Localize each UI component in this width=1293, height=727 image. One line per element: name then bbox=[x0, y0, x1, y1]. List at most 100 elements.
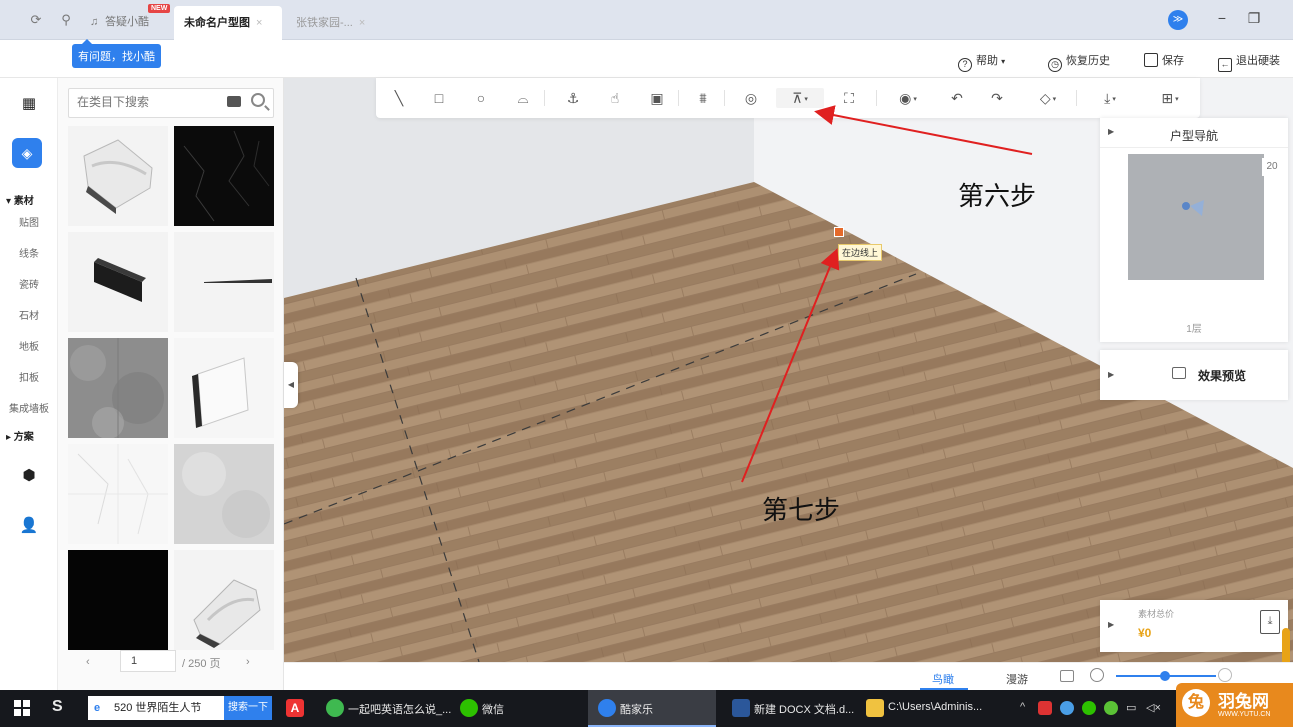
tray-wechat-icon[interactable] bbox=[1082, 701, 1096, 715]
navigator-minimap[interactable] bbox=[1128, 154, 1264, 280]
search-input[interactable] bbox=[77, 95, 207, 109]
arc-tool-icon[interactable]: ⌓ bbox=[512, 88, 534, 108]
tab-bird-view[interactable]: 鸟瞰 bbox=[932, 671, 954, 687]
download-list-icon[interactable]: ⤓ bbox=[1260, 610, 1280, 634]
help-tag-button[interactable]: 有问题，找小酷 bbox=[72, 39, 161, 68]
material-tile-crown-molding-2[interactable] bbox=[174, 550, 274, 650]
taskbar-app-kujiale[interactable]: 酷家乐 bbox=[620, 701, 653, 717]
close-icon[interactable]: × bbox=[359, 17, 365, 29]
download-tool-icon[interactable]: ⤓ ▾ bbox=[1092, 88, 1128, 108]
tab-other[interactable]: 张铁家园-... × bbox=[286, 6, 386, 40]
taskbar-app-wechat[interactable]: 微信 bbox=[482, 701, 504, 717]
material-tile-black-marble[interactable] bbox=[174, 126, 274, 226]
cube-icon[interactable]: ◈ bbox=[12, 138, 42, 168]
material-tile-pure-black[interactable] bbox=[68, 550, 168, 650]
material-tile-baseboard[interactable] bbox=[174, 338, 274, 438]
save-button[interactable]: 保存 bbox=[1144, 52, 1184, 68]
tray-shield-icon[interactable] bbox=[1060, 701, 1074, 715]
material-tile-light-grey-stone[interactable] bbox=[174, 444, 274, 544]
page-total: / 250 页 bbox=[182, 658, 221, 670]
tab-floorplan[interactable]: 未命名户型图 × bbox=[174, 6, 282, 40]
qa-assistant[interactable]: ♫ 答疑小酷 bbox=[90, 13, 149, 29]
taskbar-app-word[interactable]: 新建 DOCX 文档.d... bbox=[754, 701, 854, 717]
windows-start-icon[interactable] bbox=[14, 700, 32, 718]
acrobat-icon[interactable]: A bbox=[286, 699, 304, 717]
line-tool-icon[interactable]: ╲ bbox=[388, 88, 410, 108]
effect-preview-panel[interactable]: ▶ 效果预览 bbox=[1100, 350, 1288, 400]
tab-walk-view[interactable]: 漫游 bbox=[1006, 671, 1028, 687]
rail-item-ceiling[interactable]: 扣板 bbox=[0, 369, 58, 384]
align-bottom-tool-icon[interactable]: ⩩ bbox=[692, 88, 714, 108]
page-input[interactable]: 1 bbox=[120, 650, 176, 672]
camera-icon[interactable] bbox=[227, 96, 241, 107]
material-tile-grey-stone[interactable] bbox=[68, 338, 168, 438]
snapshot-tool-icon[interactable]: ◎ bbox=[740, 88, 762, 108]
taskbar-search-button[interactable]: 搜索一下 bbox=[224, 696, 272, 720]
clock-icon: ◷ bbox=[1048, 58, 1062, 72]
material-tile-black-panel[interactable] bbox=[68, 232, 168, 332]
collapse-arrow-icon[interactable]: ▶ bbox=[1108, 620, 1114, 629]
chevron-badge-icon[interactable]: ≫ bbox=[1168, 10, 1188, 30]
search-icon[interactable] bbox=[251, 93, 265, 107]
tray-volume-icon[interactable]: ◁× bbox=[1146, 701, 1161, 714]
wechat-icon[interactable] bbox=[460, 699, 478, 717]
material-brush-tool-icon[interactable]: ⛶ bbox=[838, 88, 860, 108]
frame-tool-icon[interactable]: ▣ bbox=[646, 88, 668, 108]
question-icon: ? bbox=[958, 58, 972, 72]
hand-tool-icon[interactable]: ☝ bbox=[604, 88, 626, 108]
refresh-icon[interactable]: ⟳ bbox=[28, 12, 44, 28]
app-logo-icon[interactable]: S bbox=[52, 698, 63, 716]
user-icon[interactable]: 👤 bbox=[17, 514, 41, 538]
rail-item-tile[interactable]: 瓷砖 bbox=[0, 276, 58, 291]
rail-item-line[interactable]: 线条 bbox=[0, 245, 58, 260]
word-icon[interactable] bbox=[732, 699, 750, 717]
tray-battery-icon[interactable]: ▭ bbox=[1126, 701, 1136, 714]
rail-item-texture[interactable]: 贴图 bbox=[0, 214, 58, 229]
tray-app-icon[interactable] bbox=[1038, 701, 1052, 715]
eraser-tool-icon[interactable]: ◇ ▾ bbox=[1030, 88, 1066, 108]
rail-item-stone[interactable]: 石材 bbox=[0, 307, 58, 322]
exit-button[interactable]: ← 退出硬装 bbox=[1218, 52, 1280, 72]
hexagon-icon[interactable]: ⬢ bbox=[17, 464, 41, 488]
folder-icon[interactable] bbox=[866, 699, 884, 717]
zoom-out-icon[interactable] bbox=[1090, 668, 1104, 682]
zoom-in-icon[interactable] bbox=[1218, 668, 1232, 682]
tray-network-icon[interactable] bbox=[1104, 701, 1118, 715]
circle-tool-icon[interactable]: ○ bbox=[470, 88, 492, 108]
panel-collapse-handle[interactable]: ◀ bbox=[284, 362, 298, 408]
section-material[interactable]: ▾ 素材 bbox=[6, 192, 34, 207]
section-plan[interactable]: ▸ 方案 bbox=[6, 428, 34, 443]
link-icon[interactable]: ⚲ bbox=[58, 12, 74, 28]
restore-window-icon[interactable]: ❐ bbox=[1244, 10, 1264, 27]
prev-page-button[interactable]: ‹ bbox=[86, 656, 90, 668]
anchor-tool-icon[interactable]: ⚓ bbox=[562, 88, 584, 108]
kujiale-icon[interactable] bbox=[598, 699, 616, 717]
visibility-tool-icon[interactable]: ◉ ▾ bbox=[890, 88, 926, 108]
close-icon[interactable]: × bbox=[256, 17, 262, 29]
minimize-icon[interactable]: − bbox=[1212, 10, 1232, 26]
map-tool-icon[interactable]: ⊞ ▾ bbox=[1152, 88, 1188, 108]
next-page-button[interactable]: › bbox=[246, 656, 250, 668]
taskbar-app-browser[interactable]: 一起吧英语怎么说_... bbox=[348, 701, 451, 717]
taskbar-search-input[interactable]: e 520 世界陌生人节 bbox=[88, 696, 224, 720]
tray-expand-icon[interactable]: ^ bbox=[1020, 701, 1025, 713]
rail-item-wallboard[interactable]: 集成墙板 bbox=[0, 400, 58, 415]
screenshot-icon[interactable] bbox=[1060, 670, 1074, 682]
zoom-slider-handle[interactable] bbox=[1160, 671, 1170, 681]
floor-label[interactable]: 1层 bbox=[1100, 320, 1288, 335]
browser-icon[interactable] bbox=[326, 699, 344, 717]
material-tile-crown-molding[interactable] bbox=[68, 126, 168, 226]
help-button[interactable]: ? 帮助 ▾ bbox=[958, 52, 1005, 72]
navigator-zoom[interactable]: 20 bbox=[1262, 158, 1282, 176]
align-edge-tool-icon[interactable]: ⊼ ▾ bbox=[776, 88, 824, 108]
grid-icon[interactable]: ▦ bbox=[17, 92, 41, 116]
taskbar-app-explorer[interactable]: C:\Users\Adminis... bbox=[888, 701, 982, 713]
material-tile-white-marble[interactable] bbox=[68, 444, 168, 544]
rail-item-floor[interactable]: 地板 bbox=[0, 338, 58, 353]
undo-icon[interactable]: ↶ bbox=[946, 88, 968, 108]
redo-icon[interactable]: ↷ bbox=[986, 88, 1008, 108]
restore-history-button[interactable]: ◷ 恢复历史 bbox=[1048, 52, 1110, 72]
collapse-arrow-icon[interactable]: ▶ bbox=[1108, 370, 1114, 379]
material-tile-thin-line[interactable] bbox=[174, 232, 274, 332]
rectangle-tool-icon[interactable]: □ bbox=[428, 88, 450, 108]
